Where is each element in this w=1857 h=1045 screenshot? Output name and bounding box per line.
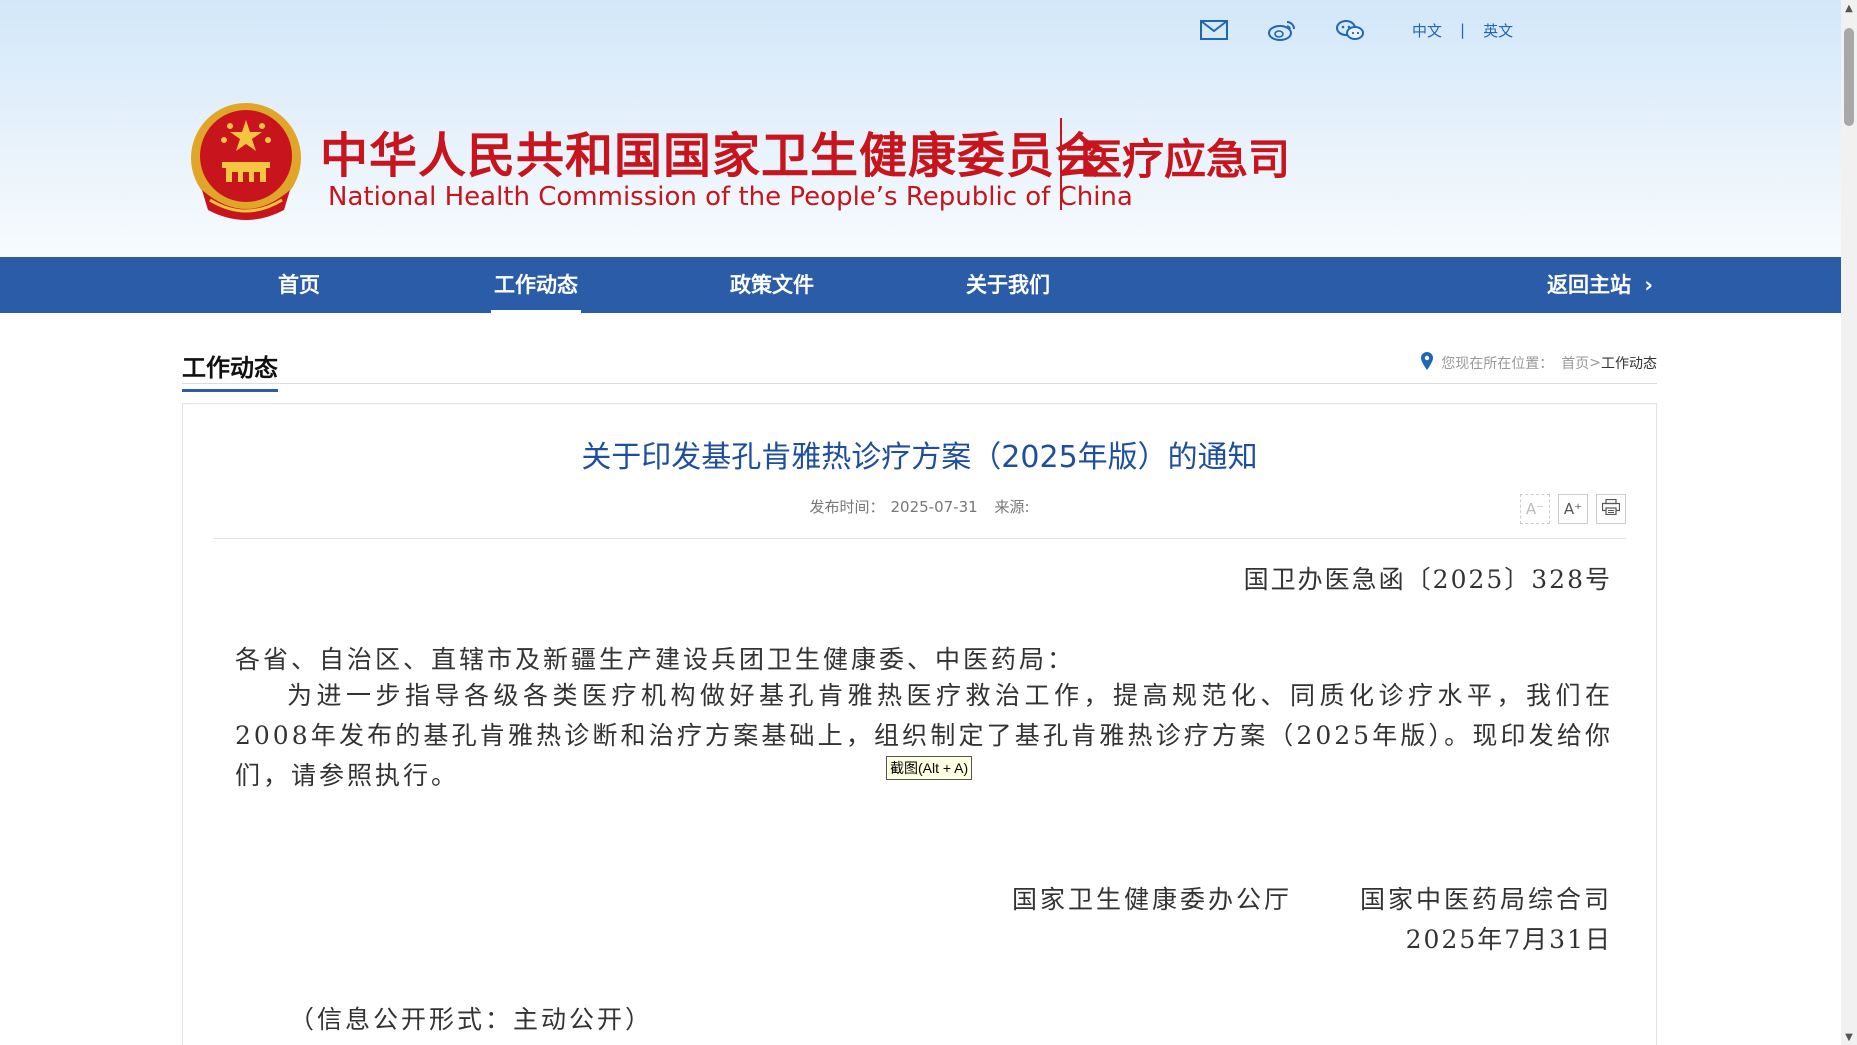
source-label: 来源: xyxy=(994,498,1030,516)
signer-nhc-office: 国家卫生健康委办公厅 xyxy=(1011,885,1292,914)
publish-time-label: 发布时间： xyxy=(809,498,885,516)
article-card: 关于印发基孔肯雅热诊疗方案（2025年版）的通知 发布时间： 2025-07-31… xyxy=(182,403,1657,1045)
breadcrumb-prefix: 您现在所在位置： xyxy=(1441,356,1554,372)
font-increase-button[interactable]: A⁺ xyxy=(1558,494,1588,524)
back-to-main-label: 返回主站 xyxy=(1547,273,1632,297)
publish-date: 2025-07-31 xyxy=(890,498,978,516)
signer-tcm-office: 国家中医药局综合司 xyxy=(1359,885,1612,914)
site-header: 中文 | 英文 中华人民共和国国家卫生健康委员会 National Health… xyxy=(0,0,1841,257)
weibo-icon[interactable] xyxy=(1266,18,1298,42)
screenshot-tooltip: 截图(Alt + A) xyxy=(886,756,973,780)
font-decrease-button[interactable]: A⁻ xyxy=(1520,494,1550,524)
lang-cn-link[interactable]: 中文 xyxy=(1412,20,1442,41)
nav-item-work-news[interactable]: 工作动态 xyxy=(491,257,581,313)
nav-item-about-us[interactable]: 关于我们 xyxy=(963,257,1053,313)
mail-icon[interactable] xyxy=(1198,18,1230,42)
signers: 国家卫生健康委办公厅 国家中医药局综合司 xyxy=(1012,880,1612,916)
nav-item-home[interactable]: 首页 xyxy=(278,257,320,313)
site-title-en: National Health Commission of the People… xyxy=(328,182,1133,212)
wechat-icon[interactable] xyxy=(1334,18,1366,42)
lang-separator: | xyxy=(1460,21,1466,39)
breadcrumb: 您现在所在位置： 首页 > 工作动态 xyxy=(1421,352,1657,374)
location-pin-icon xyxy=(1421,352,1434,374)
article-tools: A⁻ A⁺ xyxy=(1512,494,1626,524)
printer-icon xyxy=(1601,498,1621,519)
scroll-down-arrow-icon[interactable]: ▼ xyxy=(1841,1029,1857,1045)
section-divider xyxy=(182,383,1657,384)
addressee: 各省、自治区、直辖市及新疆生产建设兵团卫生健康委、中医药局： xyxy=(235,645,1076,674)
sign-date: 2025年7月31日 xyxy=(1405,925,1612,954)
vertical-scrollbar[interactable]: ▲ ▼ xyxy=(1841,0,1857,1045)
scroll-up-arrow-icon[interactable]: ▲ xyxy=(1841,0,1857,16)
title-divider xyxy=(1060,118,1062,210)
scroll-thumb[interactable] xyxy=(1844,28,1854,126)
page: 中文 | 英文 中华人民共和国国家卫生健康委员会 National Health… xyxy=(0,0,1841,1045)
print-button[interactable] xyxy=(1596,494,1626,524)
back-to-main-site-link[interactable]: 返回主站 › xyxy=(1547,257,1653,313)
department-name: 医疗应急司 xyxy=(1080,135,1291,184)
lang-en-link[interactable]: 英文 xyxy=(1483,20,1513,41)
breadcrumb-home-link[interactable]: 首页 xyxy=(1561,353,1589,373)
top-links: 中文 | 英文 xyxy=(1198,18,1513,42)
article-divider xyxy=(213,538,1626,539)
article-meta: 发布时间： 2025-07-31 来源: xyxy=(183,496,1656,517)
national-emblem-icon[interactable] xyxy=(188,100,304,226)
article-title: 关于印发基孔肯雅热诊疗方案（2025年版）的通知 xyxy=(581,440,1258,475)
breadcrumb-separator: > xyxy=(1589,355,1601,371)
document-number: 国卫办医急函〔2025〕328号 xyxy=(1243,565,1612,594)
section-title: 工作动态 xyxy=(182,348,278,392)
main-nav: 首页 工作动态 政策文件 关于我们 返回主站 › xyxy=(0,257,1841,313)
disclosure-note: （信息公开形式：主动公开） xyxy=(289,1005,654,1034)
site-title-cn: 中华人民共和国国家卫生健康委员会 xyxy=(320,128,1105,184)
chevron-right-icon: › xyxy=(1644,273,1653,297)
nav-item-policy-docs[interactable]: 政策文件 xyxy=(727,257,817,313)
breadcrumb-current: 工作动态 xyxy=(1601,356,1657,372)
